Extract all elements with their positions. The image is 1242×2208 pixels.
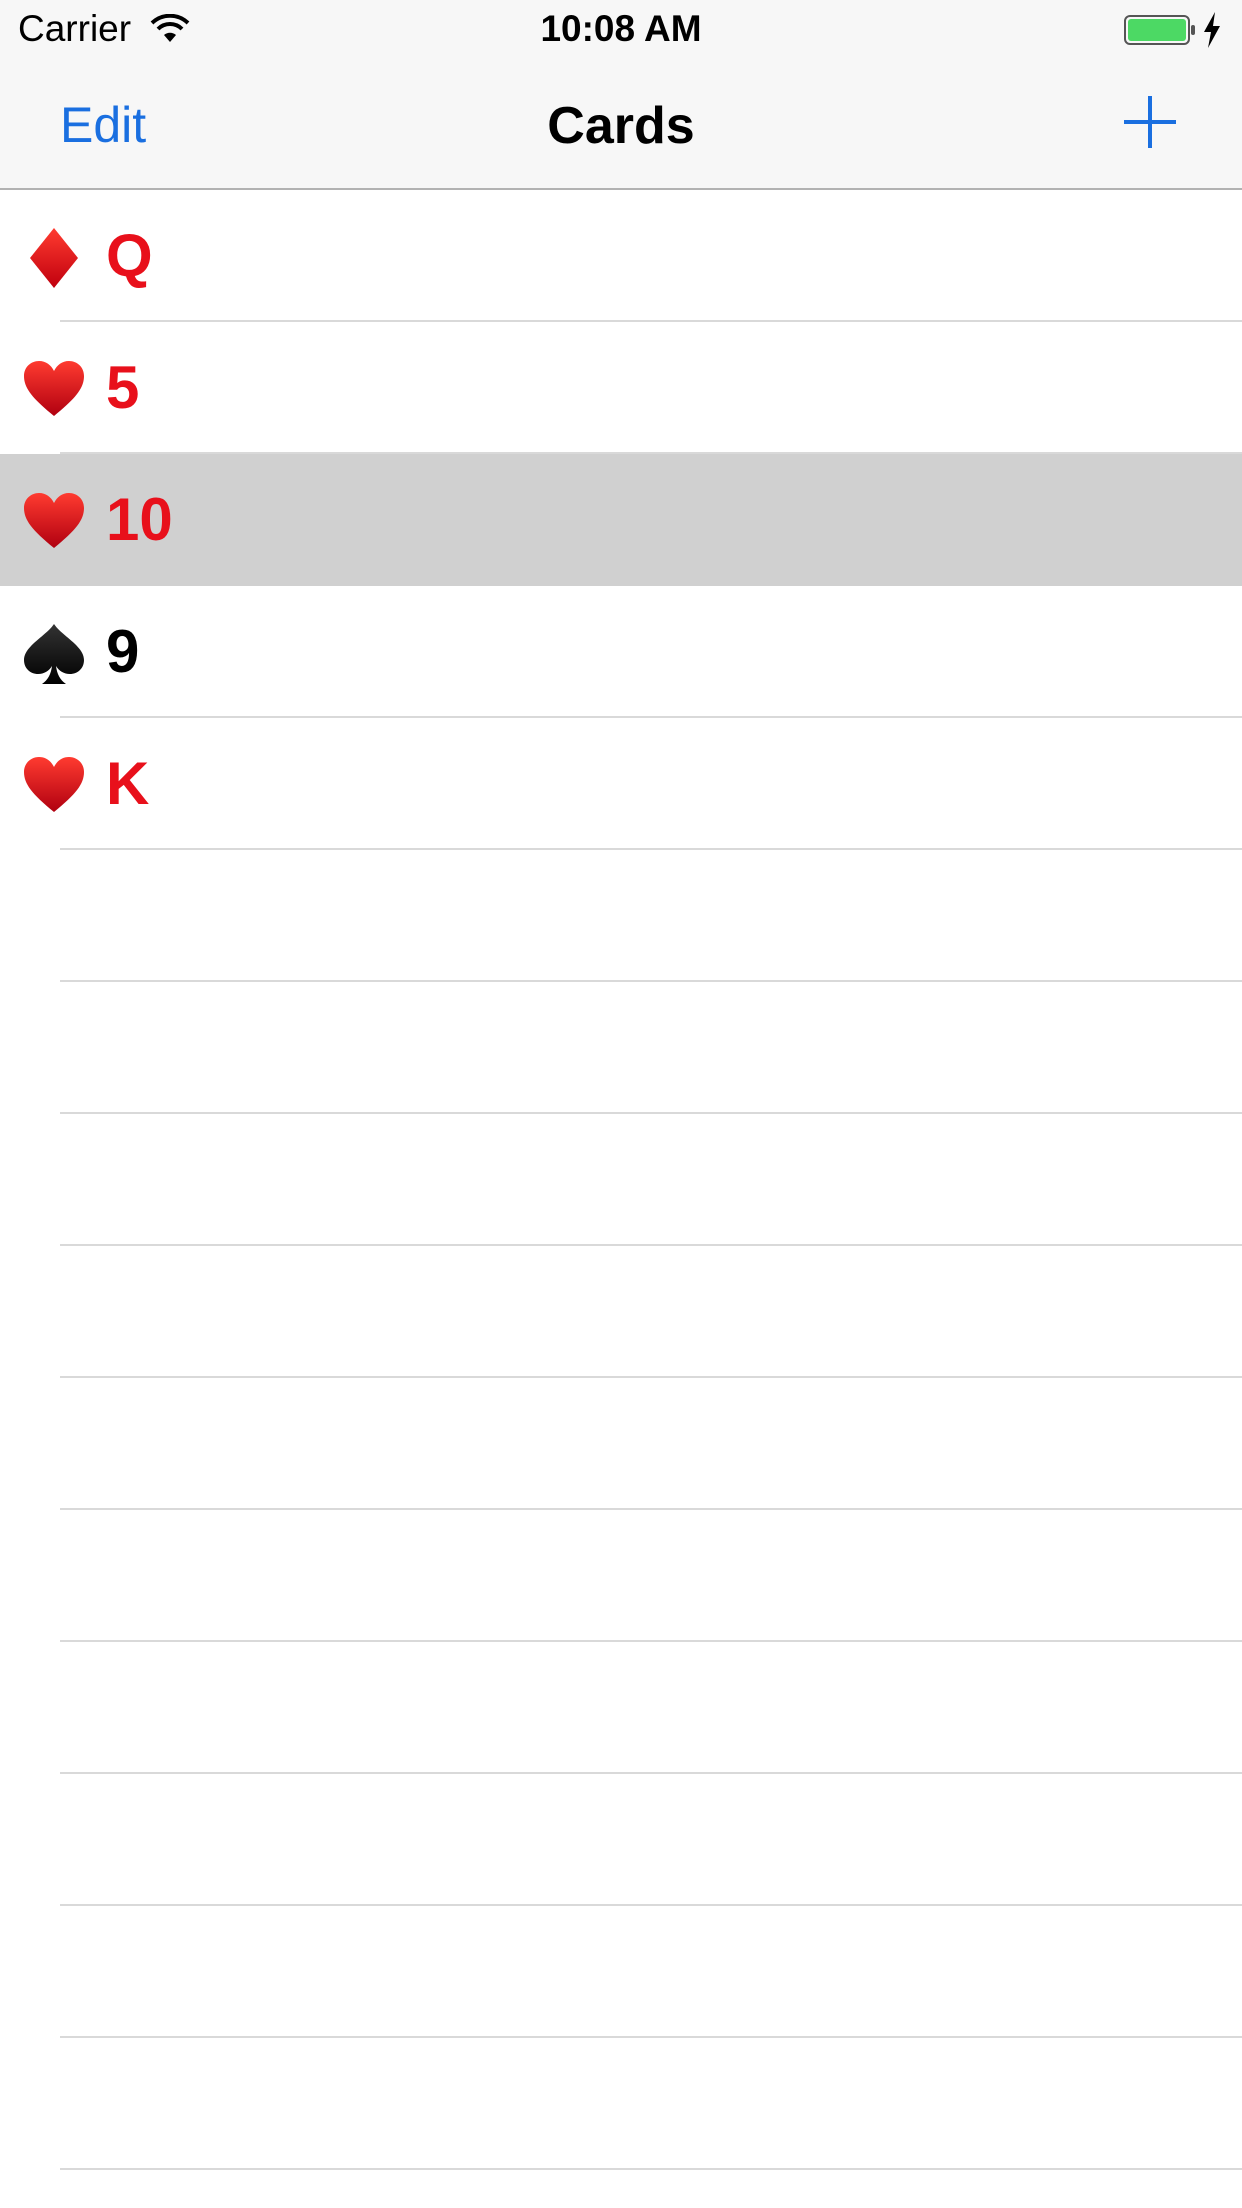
- table-row[interactable]: 10: [0, 454, 1242, 586]
- page-title: Cards: [547, 97, 695, 155]
- heart-icon: [24, 493, 84, 548]
- card-rank: 10: [106, 486, 173, 553]
- diamond-icon: [30, 228, 78, 288]
- battery-icon: [1124, 15, 1195, 45]
- empty-row: [0, 1906, 1242, 2038]
- card-rank: 9: [106, 618, 140, 685]
- empty-row: [0, 1246, 1242, 1378]
- cards-screen: Carrier 10:08 AM Edit Cards Q 5 10 9 K: [0, 0, 1242, 2208]
- table-row[interactable]: K: [0, 718, 1242, 850]
- empty-row: [0, 850, 1242, 982]
- empty-row: [0, 1510, 1242, 1642]
- empty-row: [0, 1642, 1242, 1774]
- spade-icon: [24, 624, 84, 684]
- card-table: Q 5 10 9 K: [0, 190, 1242, 2208]
- empty-row: [0, 2038, 1242, 2170]
- card-rank: Q: [106, 222, 153, 289]
- table-row[interactable]: 5: [0, 322, 1242, 454]
- heart-icon: [24, 361, 84, 416]
- card-rank: 5: [106, 354, 140, 421]
- status-bar: Carrier 10:08 AM: [0, 0, 1242, 60]
- heart-icon: [24, 757, 84, 812]
- empty-row: [0, 1114, 1242, 1246]
- navigation-bar: Edit Cards: [0, 60, 1242, 190]
- empty-row: [0, 982, 1242, 1114]
- empty-row: [0, 1774, 1242, 1906]
- plus-icon[interactable]: [1120, 92, 1180, 152]
- charging-bolt-icon: [1204, 12, 1220, 48]
- row-divider: [60, 2168, 1242, 2170]
- table-row[interactable]: 9: [0, 586, 1242, 718]
- table-row[interactable]: Q: [0, 190, 1242, 322]
- card-rank: K: [106, 750, 150, 817]
- status-time: 10:08 AM: [540, 8, 702, 49]
- empty-row: [0, 1378, 1242, 1510]
